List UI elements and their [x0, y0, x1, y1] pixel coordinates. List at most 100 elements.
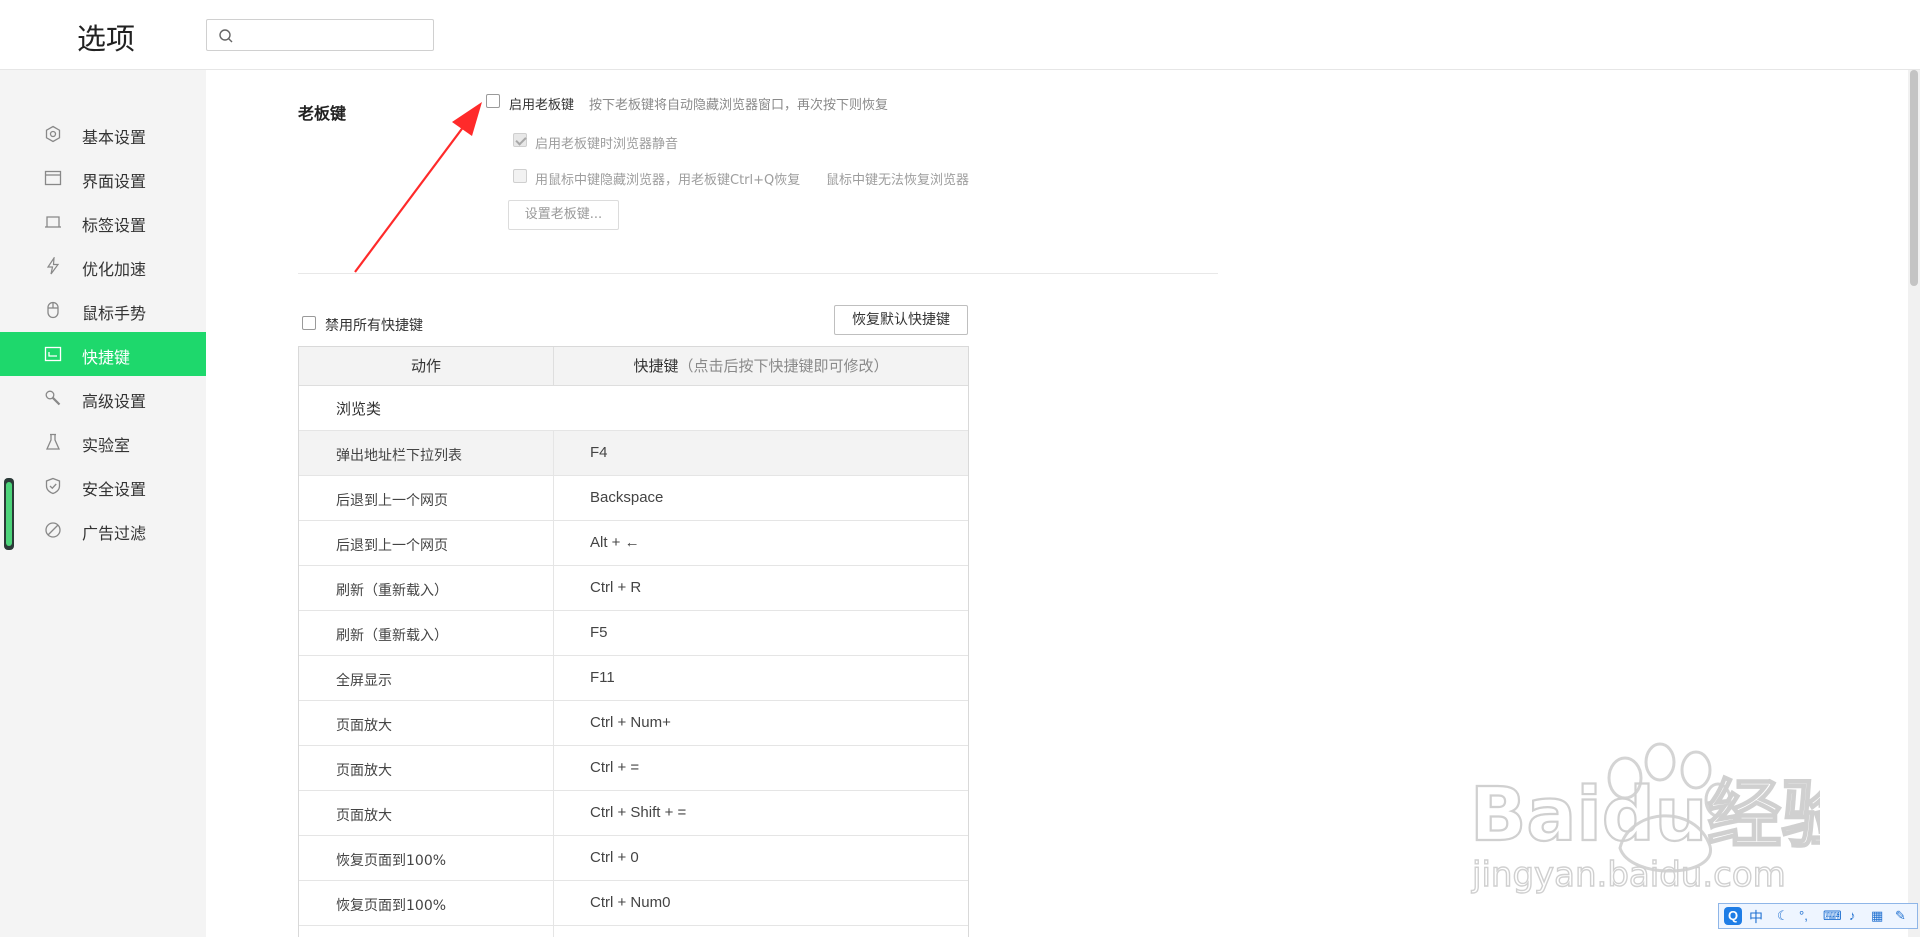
shortcut-cell[interactable]: Ctrl + =: [590, 759, 639, 776]
table-body: 弹出地址栏下拉列表 F4 后退到上一个网页 Backspace 后退到上一个网页…: [299, 431, 968, 937]
ime-mode-toggle[interactable]: 中: [1749, 907, 1763, 927]
scrollbar-thumb[interactable]: [1910, 70, 1918, 286]
table-row[interactable]: 页面放大 Ctrl + Num+: [299, 701, 968, 746]
search-input[interactable]: [241, 24, 431, 48]
table-row[interactable]: 页面放大 Ctrl + Shift + =: [299, 791, 968, 836]
vertical-scrollbar[interactable]: [1908, 70, 1920, 937]
restore-default-shortcuts-button[interactable]: 恢复默认快捷键: [834, 305, 968, 335]
sidebar-item-label: 鼠标手势: [82, 304, 147, 323]
table-row[interactable]: 刷新（重新载入） F5: [299, 611, 968, 656]
enable-boss-key-label: 启用老板键: [509, 98, 575, 113]
sidebar-item-tabs[interactable]: 标签设置: [0, 200, 206, 244]
baidu-jingyan-watermark-icon: Baidu经验 jingyan.baidu.com: [1470, 742, 1820, 896]
top-bar: 选项: [0, 0, 1920, 70]
keyboard-icon[interactable]: ⌨: [1823, 908, 1842, 924]
enable-boss-key-hint: 按下老板键将自动隐藏浏览器窗口，再次按下则恢复: [589, 98, 889, 113]
action-cell: 弹出地址栏下拉列表: [336, 448, 462, 464]
punctuation-icon[interactable]: °,: [1799, 908, 1808, 923]
table-row[interactable]: 恢复页面到100% Ctrl + Num0: [299, 881, 968, 926]
wrench-icon[interactable]: ✎: [1895, 908, 1906, 924]
shortcut-cell[interactable]: F11: [590, 669, 615, 686]
shortcut-cell[interactable]: Ctrl + 0: [590, 849, 639, 866]
column-header-shortcut: 快捷键（点击后按下快捷键即可修改）: [554, 347, 968, 385]
shortcut-cell[interactable]: Ctrl + Shift + =: [590, 804, 686, 821]
action-cell: 后退到上一个网页: [336, 538, 448, 554]
column-header-shortcut-hint: （点击后按下快捷键即可修改）: [678, 357, 889, 375]
shortcut-cell[interactable]: Backspace: [590, 489, 663, 506]
action-cell: 页面放大: [336, 763, 392, 779]
sidebar-item-ad-filter[interactable]: 广告过滤: [0, 508, 206, 552]
shortcut-cell[interactable]: Ctrl + Num+: [590, 714, 671, 731]
middle-click-hint: 鼠标中键无法恢复浏览器: [826, 173, 970, 188]
voice-icon[interactable]: ♪: [1849, 908, 1856, 923]
action-cell: 刷新（重新载入）: [336, 583, 448, 599]
table-row[interactable]: 后退到上一个网页 Backspace: [299, 476, 968, 521]
gear-icon: [45, 125, 61, 143]
set-boss-key-button[interactable]: 设置老板键...: [508, 200, 619, 230]
sidebar-item-label: 界面设置: [82, 172, 147, 191]
sidebar-item-advanced[interactable]: 高级设置: [0, 376, 206, 420]
table-row[interactable]: 页面放大 Ctrl + =: [299, 746, 968, 791]
ime-logo-icon[interactable]: Q: [1724, 907, 1742, 925]
sidebar-item-label: 广告过滤: [82, 524, 147, 543]
tab-icon: [45, 216, 61, 228]
sidebar-item-label: 安全设置: [82, 480, 147, 499]
column-header-shortcut-label: 快捷键: [633, 357, 679, 375]
page-title: 选项: [77, 22, 136, 56]
mute-on-boss-key-label: 启用老板键时浏览器静音: [535, 137, 679, 152]
shield-icon: [45, 477, 61, 495]
shortcut-cell[interactable]: F5: [590, 624, 608, 641]
shortcut-cell[interactable]: Alt + ←: [590, 534, 640, 551]
action-cell: 全屏显示: [336, 673, 392, 689]
action-cell: 页面放大: [336, 718, 392, 734]
middle-click-hide-checkbox[interactable]: [513, 169, 527, 183]
search-icon: [219, 29, 233, 43]
ime-toolbar[interactable]: Q 中 ☾ °, ⌨ ♪ ▦ ✎: [1718, 903, 1918, 929]
group-row: 浏览类: [299, 386, 968, 431]
sidebar: 基本设置 界面设置 标签设置 优化加速 鼠标手势 快捷键 高级设置 实验室 安全…: [0, 70, 206, 937]
middle-click-hide-label: 用鼠标中键隐藏浏览器，用老板键Ctrl+Q恢复: [535, 173, 801, 188]
shortcut-cell[interactable]: Ctrl + Num0: [590, 894, 670, 911]
flask-icon: [45, 433, 61, 450]
sidebar-item-mouse-gesture[interactable]: 鼠标手势: [0, 288, 206, 332]
table-row[interactable]: [299, 926, 968, 937]
watermark-url: jingyan.baidu.com: [1471, 855, 1786, 895]
sidebar-item-basic[interactable]: 基本设置: [0, 112, 206, 156]
keyboard-icon: [44, 346, 62, 362]
window-icon: [44, 170, 62, 186]
action-cell: 后退到上一个网页: [336, 493, 448, 509]
sidebar-item-label: 优化加速: [82, 260, 147, 279]
shortcut-cell[interactable]: Ctrl + R: [590, 579, 641, 596]
action-cell: 恢复页面到100%: [336, 853, 447, 869]
sidebar-item-lab[interactable]: 实验室: [0, 420, 206, 464]
sidebar-item-shortcuts[interactable]: 快捷键: [0, 332, 206, 376]
table-row[interactable]: 恢复页面到100% Ctrl + 0: [299, 836, 968, 881]
section-title-boss-key: 老板键: [298, 104, 347, 123]
moon-icon[interactable]: ☾: [1777, 908, 1789, 924]
search-box[interactable]: [206, 19, 434, 51]
table-row[interactable]: 全屏显示 F11: [299, 656, 968, 701]
table-row[interactable]: 后退到上一个网页 Alt + ←: [299, 521, 968, 566]
sidebar-item-label: 快捷键: [82, 348, 131, 367]
shortcut-cell[interactable]: F4: [590, 444, 608, 461]
table-row[interactable]: 刷新（重新载入） Ctrl + R: [299, 566, 968, 611]
table-row[interactable]: 弹出地址栏下拉列表 F4: [299, 431, 968, 476]
section-divider: [298, 273, 1218, 274]
lightning-icon: [46, 257, 60, 275]
action-cell: 页面放大: [336, 808, 392, 824]
mute-on-boss-key-checkbox[interactable]: [513, 133, 527, 147]
shortcut-table: 动作 快捷键（点击后按下快捷键即可修改） 浏览类 弹出地址栏下拉列表 F4 后退…: [298, 346, 969, 937]
sidebar-item-label: 实验室: [82, 436, 131, 455]
skin-icon[interactable]: ▦: [1871, 908, 1883, 924]
disable-all-shortcuts-checkbox[interactable]: [302, 316, 316, 330]
action-cell: 刷新（重新载入）: [336, 628, 448, 644]
floating-side-handle[interactable]: [4, 478, 14, 550]
column-header-action: 动作: [299, 347, 554, 385]
block-icon: [45, 522, 61, 538]
sidebar-item-security[interactable]: 安全设置: [0, 464, 206, 508]
mouse-icon: [47, 301, 59, 319]
sidebar-item-speedup[interactable]: 优化加速: [0, 244, 206, 288]
table-header: 动作 快捷键（点击后按下快捷键即可修改）: [299, 347, 968, 386]
sidebar-item-interface[interactable]: 界面设置: [0, 156, 206, 200]
sidebar-item-label: 高级设置: [82, 392, 147, 411]
